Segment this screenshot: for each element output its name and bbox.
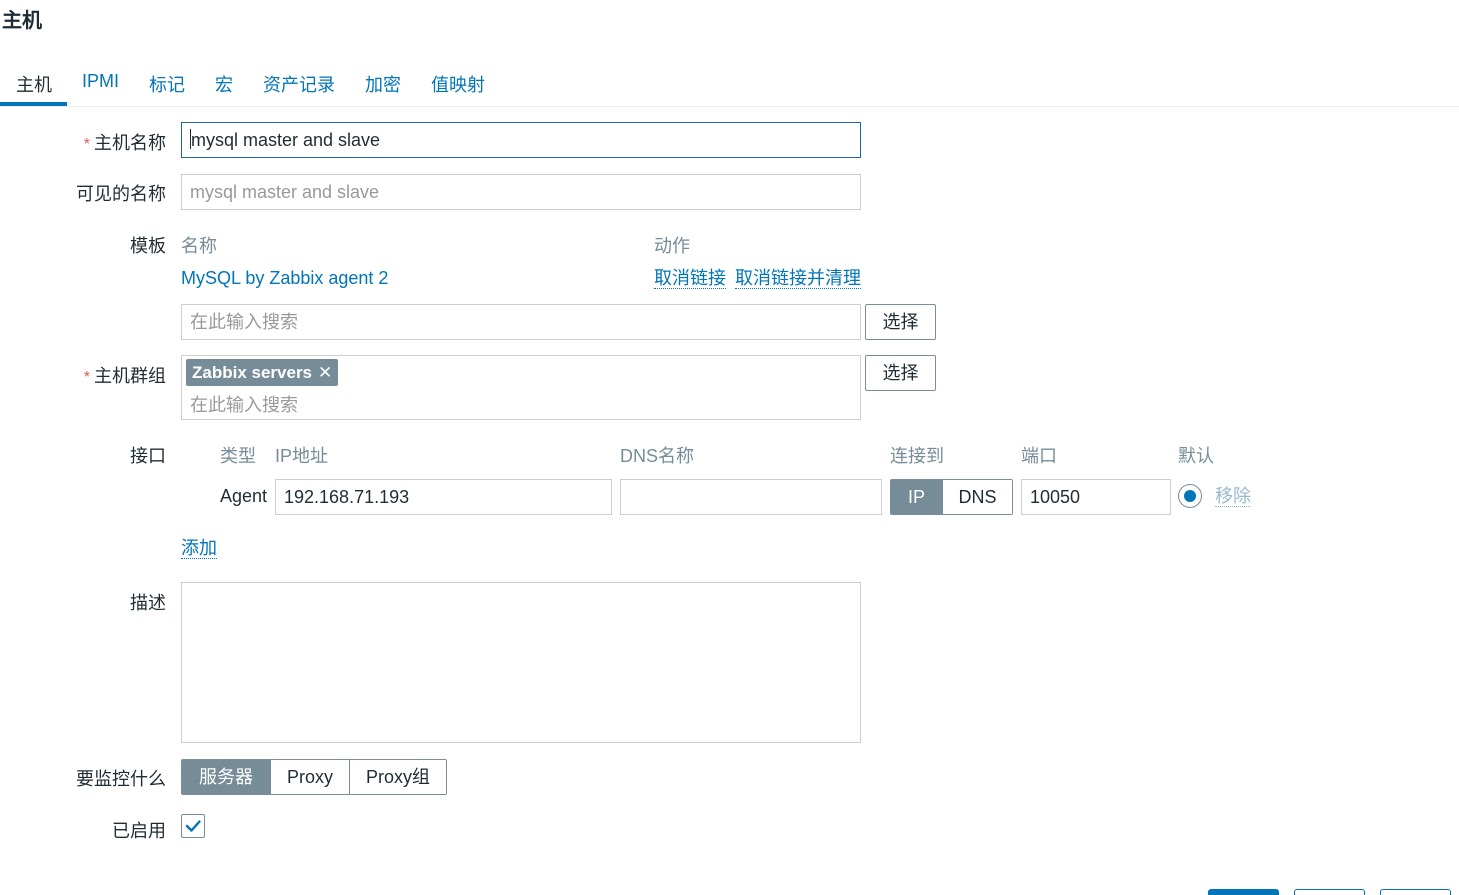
- group-search-placeholder[interactable]: 在此输入搜索: [190, 391, 298, 417]
- required-mark: *: [83, 136, 90, 153]
- tab-host[interactable]: 主机: [16, 71, 52, 97]
- iface-col-connect: 连接到: [890, 446, 944, 466]
- iface-dns-input[interactable]: [620, 479, 882, 515]
- tab-encryption[interactable]: 加密: [365, 71, 401, 97]
- enabled-label: 已启用: [112, 821, 166, 841]
- tab-value-mapping[interactable]: 值映射: [431, 71, 485, 97]
- description-textarea[interactable]: [181, 582, 861, 743]
- check-icon: [185, 820, 201, 832]
- monitored-by-proxy[interactable]: Proxy: [270, 760, 349, 794]
- page-title: 主机: [2, 10, 42, 32]
- iface-col-type: 类型: [220, 446, 256, 466]
- connect-dns-option[interactable]: DNS: [942, 480, 1012, 514]
- unlink-button[interactable]: 取消链接: [654, 268, 726, 289]
- host-name-label: * 主机名称: [83, 133, 166, 153]
- iface-col-dns: DNS名称: [620, 446, 695, 466]
- group-select-button[interactable]: 选择: [865, 355, 936, 391]
- delete-button[interactable]: [1380, 889, 1451, 895]
- tab-tags[interactable]: 标记: [149, 71, 185, 97]
- iface-add-button[interactable]: 添加: [181, 538, 217, 559]
- iface-port-input[interactable]: 10050: [1021, 479, 1171, 515]
- tab-ipmi[interactable]: IPMI: [82, 71, 119, 92]
- iface-col-port: 端口: [1021, 446, 1057, 466]
- required-mark: *: [83, 369, 90, 386]
- template-select-button[interactable]: 选择: [865, 304, 936, 340]
- iface-connect-toggle: IP DNS: [890, 479, 1013, 515]
- update-button[interactable]: [1208, 889, 1279, 895]
- host-groups-label: * 主机群组: [83, 366, 166, 386]
- iface-col-ip: IP地址: [275, 446, 329, 466]
- group-tag: Zabbix servers ✕: [186, 359, 339, 386]
- host-groups-multiselect[interactable]: Zabbix servers ✕ 在此输入搜索: [181, 355, 861, 420]
- tab-macros[interactable]: 宏: [215, 71, 233, 97]
- template-search-input[interactable]: 在此输入搜索: [181, 304, 861, 340]
- tab-inventory[interactable]: 资产记录: [263, 71, 335, 97]
- connect-ip-option[interactable]: IP: [891, 480, 942, 514]
- active-tab-indicator: [0, 102, 67, 106]
- templates-col-action: 动作: [654, 236, 690, 256]
- template-link[interactable]: MySQL by Zabbix agent 2: [181, 268, 388, 289]
- monitored-by-toggle: 服务器 Proxy Proxy组: [181, 759, 447, 795]
- iface-remove-button[interactable]: 移除: [1215, 486, 1251, 507]
- enabled-checkbox[interactable]: [181, 814, 205, 838]
- iface-ip-input[interactable]: 192.168.71.193: [275, 479, 612, 515]
- monitored-by-server[interactable]: 服务器: [182, 760, 270, 794]
- description-label: 描述: [130, 593, 166, 613]
- templates-col-name: 名称: [181, 236, 217, 256]
- radio-selected-dot: [1184, 490, 1196, 502]
- iface-col-default: 默认: [1178, 446, 1214, 466]
- unlink-clear-button[interactable]: 取消链接并清理: [735, 268, 861, 289]
- iface-default-radio[interactable]: [1178, 484, 1202, 508]
- visible-name-input[interactable]: mysql master and slave: [181, 174, 861, 210]
- visible-name-label: 可见的名称: [76, 184, 166, 204]
- monitored-by-label: 要监控什么: [76, 769, 166, 789]
- host-name-input[interactable]: mysql master and slave: [181, 122, 861, 158]
- clone-button[interactable]: [1294, 889, 1365, 895]
- iface-type: Agent: [220, 486, 268, 506]
- tab-bar: 主机 IPMI 标记 宏 资产记录 加密 值映射: [0, 62, 1459, 107]
- monitored-by-proxy-group[interactable]: Proxy组: [349, 760, 446, 794]
- templates-label: 模板: [130, 236, 166, 256]
- close-icon[interactable]: ✕: [318, 363, 332, 382]
- interfaces-label: 接口: [130, 446, 166, 466]
